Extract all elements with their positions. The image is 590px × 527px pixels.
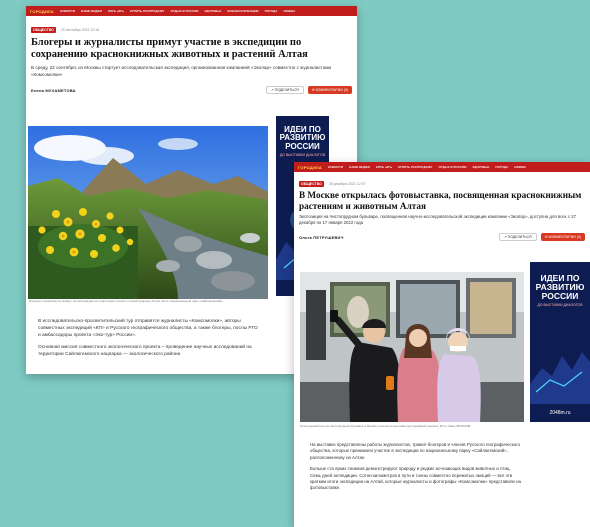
nav-item-sale[interactable]: КУПИТЬ РАСПРОДАЖУ	[398, 165, 432, 169]
photo-caption: Присоединяйтесь на Чистопрудном бульваре…	[300, 424, 471, 428]
nav-item-video[interactable]: НАШЕ ВИДЕО	[349, 165, 370, 169]
article-lead: Экспозиция на Чистопрудном бульваре, пос…	[299, 214, 577, 225]
action-buttons: ↗ ПОДЕЛИТЬСЯ ✉ КОММЕНТАРИИ (0)	[498, 233, 585, 241]
nav-item-news[interactable]: НОВОСТИ	[60, 9, 75, 13]
ad-graphic	[530, 352, 590, 404]
share-button[interactable]: ↗ ПОДЕЛИТЬСЯ	[265, 86, 304, 94]
nav-item-sale[interactable]: КУПИТЬ РАСПРОДАЖУ	[130, 9, 164, 13]
nav-item-health[interactable]: ЗДОРОВЬЕ	[472, 165, 489, 169]
byline-row: Елена МУХАМЕТОВА ↗ ПОДЕЛИТЬСЯ ✉ КОММЕНТА…	[26, 86, 357, 94]
ad-subtitle: ДО ВЫСТАВКИ ДИАЛОГОВ	[279, 153, 326, 158]
hero-photo	[28, 126, 268, 299]
article-meta: ОБЩЕСТВО 28 декабря 2021 12:57	[294, 181, 590, 187]
author-name[interactable]: Ольга ПЕТРУШЕВИЧ	[299, 235, 344, 240]
ad-site: 2048m.ru	[549, 410, 571, 416]
nav-item-club[interactable]: КЛУБ «КП»	[376, 165, 392, 169]
body-paragraph-2: Больше ста ярких снимков демонстрируют п…	[310, 466, 521, 491]
category-tag[interactable]: ОБЩЕСТВО	[299, 181, 324, 187]
nav-item-video[interactable]: НАШЕ ВИДЕО	[81, 9, 102, 13]
nav-item-afisha[interactable]: АФИША	[514, 165, 526, 169]
author-name[interactable]: Елена МУХАМЕТОВА	[31, 88, 76, 93]
photo-caption: Блогеры и журналисты выйдут на экспедици…	[29, 299, 223, 303]
ad-banner[interactable]: ИДЕИ ПО РАЗВИТИЮ РОССИИ ДО ВЫСТАВКИ ДИАЛ…	[530, 262, 590, 422]
site-logo[interactable]: ГОРОДИЛА	[298, 165, 322, 170]
top-nav: ГОРОДИЛА НОВОСТИ НАШЕ ВИДЕО КЛУБ «КП» КУ…	[294, 162, 590, 172]
article-lead: В среду, 22 сентября, из Москвы стартует…	[31, 65, 332, 77]
mountain-flowers-photo	[28, 126, 268, 299]
body-paragraph-2: Основная миссия совместного экологическо…	[38, 344, 252, 357]
comments-button[interactable]: ✉ КОММЕНТАРИИ (0)	[540, 233, 585, 241]
ad-title: ИДЕИ ПО РАЗВИТИЮ РОССИИ	[279, 125, 326, 151]
comments-button[interactable]: ✉ КОММЕНТАРИИ (0)	[307, 86, 352, 94]
share-button[interactable]: ↗ ПОДЕЛИТЬСЯ	[498, 233, 537, 241]
nav-item-military[interactable]: ВОЕННОСЛУЖАЩИЕ	[227, 9, 258, 13]
nav-item-health[interactable]: ЗДОРОВЬЕ	[204, 9, 221, 13]
article-body: На выставке представлены работы журналис…	[298, 442, 534, 497]
category-tag[interactable]: ОБЩЕСТВО	[31, 27, 56, 33]
nav-item-club[interactable]: КЛУБ «КП»	[108, 9, 124, 13]
article-body: В исследовательско-просветительский тур …	[26, 319, 270, 364]
article-meta: ОБЩЕСТВО 20 сентября 2022 12:16	[26, 27, 357, 33]
action-buttons: ↗ ПОДЕЛИТЬСЯ ✉ КОММЕНТАРИИ (0)	[265, 86, 352, 94]
nav-item-weather[interactable]: ПОГОДА	[495, 165, 508, 169]
nav-item-weather[interactable]: ПОГОДА	[265, 9, 278, 13]
article-title: В Москве открылась фотовыставка, посвяще…	[299, 190, 582, 211]
article-title: Блогеры и журналисты примут участие в эк…	[31, 37, 308, 60]
body-paragraph-1: В исследовательско-просветительский тур …	[38, 319, 258, 338]
hero-photo	[300, 272, 524, 422]
site-logo[interactable]: ГОРОДИЛА	[30, 9, 54, 14]
top-nav: ГОРОДИЛА НОВОСТИ НАШЕ ВИДЕО КЛУБ «КП» КУ…	[26, 6, 357, 16]
exhibition-selfie-photo	[300, 272, 524, 422]
article-card-photo-exhibition: ГОРОДИЛА НОВОСТИ НАШЕ ВИДЕО КЛУБ «КП» КУ…	[294, 162, 590, 527]
nav-item-news[interactable]: НОВОСТИ	[328, 165, 343, 169]
publish-date: 20 сентября 2022 12:16	[60, 28, 100, 32]
publish-date: 28 декабря 2021 12:57	[328, 182, 366, 186]
body-paragraph-1: На выставке представлены работы журналис…	[310, 442, 521, 460]
nav-item-travel[interactable]: ОТДЫХ В РОССИИ	[170, 9, 198, 13]
ad-subtitle: ДО ВЫСТАВКИ ДИАЛОГОВ	[537, 302, 583, 307]
byline-row: Ольга ПЕТРУШЕВИЧ ↗ ПОДЕЛИТЬСЯ ✉ КОММЕНТА…	[294, 233, 590, 241]
nav-item-travel[interactable]: ОТДЫХ В РОССИИ	[438, 165, 466, 169]
ad-title: ИДЕИ ПО РАЗВИТИЮ РОССИИ	[535, 273, 585, 301]
nav-item-afisha[interactable]: АФИША	[283, 9, 295, 13]
